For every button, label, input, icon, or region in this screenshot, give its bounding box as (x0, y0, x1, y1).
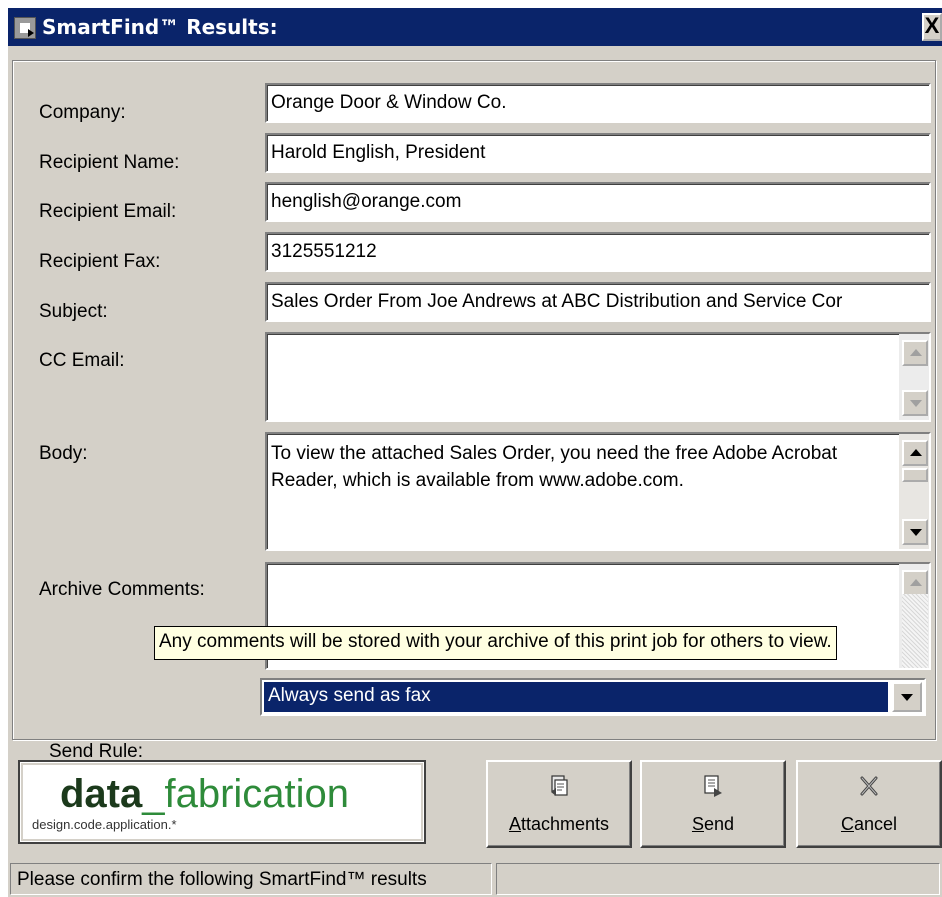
cc-email-label: CC Email: (39, 350, 125, 371)
body-textarea[interactable]: To view the attached Sales Order, you ne… (265, 432, 931, 551)
recipient-name-label: Recipient Name: (39, 152, 180, 173)
cancel-label: Cancel (840, 814, 898, 834)
body-label: Body: (39, 443, 88, 464)
scroll-up-button[interactable] (902, 440, 928, 466)
recipient-fax-label: Recipient Fax: (39, 251, 161, 272)
arrow-down-icon (910, 529, 922, 536)
body-scrollbar[interactable] (899, 434, 929, 549)
window-title: SmartFind™ Results: (42, 15, 278, 39)
status-pane-empty (496, 863, 940, 895)
close-button[interactable]: X (922, 13, 942, 41)
arrow-up-icon (910, 449, 922, 456)
send-button[interactable]: Send (640, 760, 786, 848)
scroll-thumb[interactable] (902, 468, 928, 482)
send-label: Send (691, 814, 735, 834)
archive-comments-scrollbar[interactable] (899, 564, 929, 668)
recipient-name-field[interactable]: Harold English, President (265, 133, 931, 173)
recipient-email-field[interactable]: henglish@orange.com (265, 182, 931, 222)
title-bar: SmartFind™ Results: X (8, 8, 942, 46)
attachments-button[interactable]: Attachments (486, 760, 632, 848)
dropdown-button[interactable] (892, 682, 922, 712)
chevron-down-icon (901, 694, 913, 701)
scroll-down-button[interactable] (902, 390, 928, 416)
app-icon (14, 17, 36, 39)
data-fabrication-logo: data_fabrication design.code.application… (18, 760, 426, 844)
scroll-track (902, 594, 928, 668)
logo-wordmark: data_fabrication (60, 772, 349, 817)
attachments-label: Attachments (508, 814, 610, 834)
smartfind-results-dialog: SmartFind™ Results: X Company: Orange Do… (8, 8, 942, 897)
logo-tagline: design.code.application.* (32, 817, 177, 832)
company-field[interactable]: Orange Door & Window Co. (265, 83, 931, 123)
subject-label: Subject: (39, 301, 108, 322)
attachments-icon (551, 775, 568, 796)
cancel-x-icon (860, 776, 878, 796)
cancel-button[interactable]: Cancel (796, 760, 942, 848)
scroll-up-button[interactable] (902, 570, 928, 596)
cc-email-textarea[interactable] (265, 332, 931, 422)
recipient-fax-field[interactable]: 3125551212 (265, 232, 931, 272)
send-icon (704, 775, 722, 797)
archive-comments-label: Archive Comments: (39, 579, 205, 600)
arrow-up-icon (910, 579, 922, 586)
status-bar: Please confirm the following SmartFind™ … (8, 861, 942, 897)
subject-field[interactable]: Sales Order From Joe Andrews at ABC Dist… (265, 282, 931, 322)
status-message: Please confirm the following SmartFind™ … (10, 863, 492, 895)
send-rule-select[interactable]: Always send as fax (260, 678, 926, 716)
body-text: To view the attached Sales Order, you ne… (271, 443, 838, 491)
archive-comments-tooltip: Any comments will be stored with your ar… (154, 626, 837, 660)
scroll-down-button[interactable] (902, 519, 928, 545)
recipient-email-label: Recipient Email: (39, 201, 177, 222)
company-label: Company: (39, 102, 126, 123)
arrow-down-icon (910, 400, 922, 407)
logo-rest-text: _fabrication (142, 772, 350, 816)
logo-bold-text: data (60, 772, 143, 816)
send-rule-value: Always send as fax (264, 682, 888, 712)
scroll-up-button[interactable] (902, 340, 928, 366)
arrow-up-icon (910, 349, 922, 356)
cc-email-scrollbar[interactable] (899, 334, 929, 420)
